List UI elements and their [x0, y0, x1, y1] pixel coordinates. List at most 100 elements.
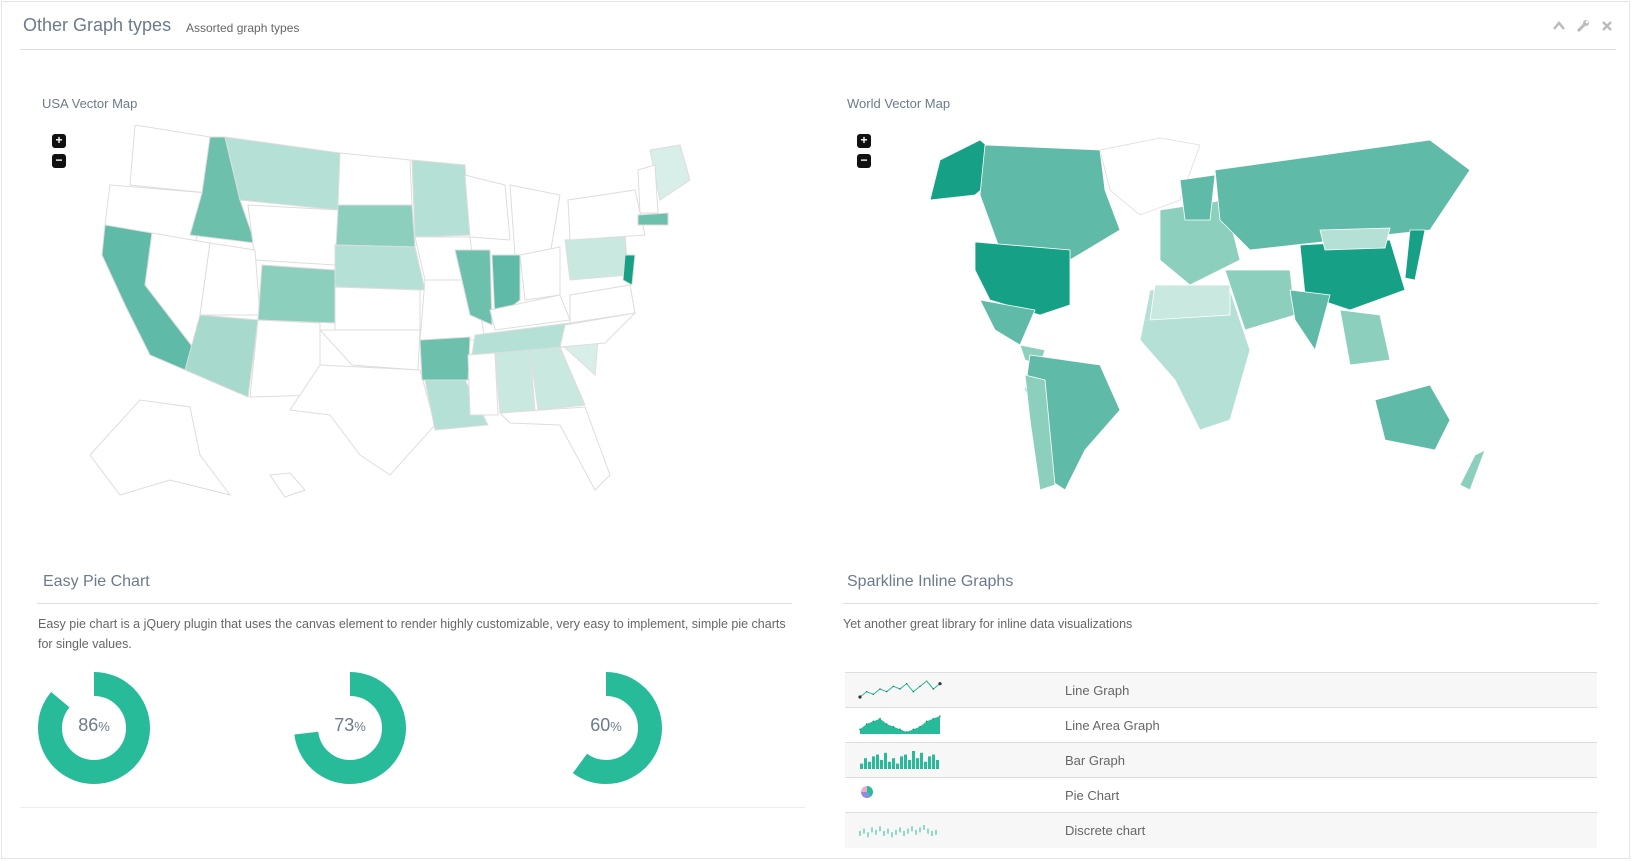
sparkline-area-point — [939, 714, 941, 717]
state-alaska — [90, 399, 232, 496]
state-new-york — [567, 189, 646, 241]
sparkline-area-point — [905, 730, 908, 733]
sparkline-point — [932, 687, 934, 690]
sparkline-bar — [904, 754, 907, 769]
state-texas — [289, 364, 436, 476]
sparkline-bar — [892, 757, 895, 769]
state-kansas — [334, 286, 421, 331]
sparkline-area-point — [899, 728, 901, 730]
sparkline-label-area: Line Area Graph — [1065, 717, 1160, 733]
usa-zoom-out-button[interactable]: − — [52, 154, 66, 168]
pie-section-divider — [37, 603, 792, 604]
world-zoom-in-button[interactable]: + — [857, 134, 871, 148]
pie-section-description: Easy pie chart is a jQuery plugin that u… — [38, 617, 786, 651]
sparkline-section-divider — [843, 603, 1598, 604]
widget-subtitle: Assorted graph types — [186, 21, 300, 35]
sparkline-point — [892, 685, 894, 687]
sparkline-area-point — [865, 722, 868, 725]
usa-map-label: USA Vector Map — [42, 96, 138, 111]
world-map-label: World Vector Map — [847, 96, 951, 111]
sparkline-bar — [864, 757, 867, 769]
usa-zoom-in-button[interactable]: + — [52, 134, 66, 148]
table-row: Line Area Graph — [845, 707, 1597, 743]
state-minnesota — [411, 159, 471, 238]
state-wyoming — [247, 204, 339, 266]
sparkline-bar — [896, 763, 899, 769]
state-nebraska — [334, 244, 426, 291]
pie-chart-3: 60% — [550, 672, 662, 784]
sparkline-bar — [928, 755, 931, 769]
sparkline-point — [872, 693, 874, 695]
world-zoom-out-button[interactable]: − — [857, 154, 871, 168]
header-actions — [1552, 19, 1614, 33]
state-michigan — [509, 184, 561, 256]
sparkline-area-point — [932, 717, 935, 719]
table-row: Discrete chart — [845, 812, 1597, 848]
world-vector-map[interactable] — [870, 120, 1570, 520]
table-row: Pie Chart — [845, 777, 1597, 813]
sparkline-bar — [888, 761, 891, 769]
state-colorado — [257, 264, 336, 324]
sparkline-point — [879, 687, 881, 690]
sparkline-bar-graph — [860, 750, 939, 769]
sparkline-label-line: Line Graph — [1065, 682, 1130, 698]
state-new-jersey — [622, 254, 636, 286]
region-india — [1289, 289, 1331, 351]
table-row: Line Graph — [845, 672, 1597, 708]
region-new-zealand — [1459, 449, 1486, 491]
sparkline-discrete-chart — [859, 824, 937, 837]
sparkline-area-point — [912, 728, 915, 730]
state-arkansas — [419, 336, 471, 381]
sparkline-bar — [920, 752, 923, 769]
region-canada — [979, 144, 1121, 261]
sparkline-point — [858, 694, 862, 699]
sparkline-bar — [884, 752, 887, 769]
pie-chart-1: 86% — [38, 672, 150, 784]
sparkline-area — [860, 715, 940, 734]
widget-header: Other Graph types Assorted graph types — [20, 0, 1616, 50]
sparkline-point — [926, 679, 928, 682]
sparkline-label-discrete: Discrete chart — [1065, 822, 1146, 838]
pie-chart-1-value: 86% — [78, 715, 110, 735]
state-massachusetts — [637, 212, 669, 226]
sparkline-bar — [880, 759, 883, 769]
sparkline-section-title: Sparkline Inline Graphs — [847, 573, 1014, 590]
sparkline-bar — [936, 759, 939, 769]
close-icon[interactable] — [1600, 19, 1614, 33]
sparkline-line-area-graph — [859, 714, 941, 734]
pie-section-title: Easy Pie Chart — [43, 573, 150, 590]
sparkline-point — [906, 682, 908, 684]
sparkline-area-point — [885, 722, 888, 725]
pie-chart-2-value: 73% — [334, 715, 366, 735]
sparkline-area-point — [925, 720, 928, 722]
wrench-icon[interactable] — [1576, 19, 1590, 33]
state-alabama — [494, 349, 536, 414]
sparkline-label-pie: Pie Chart — [1065, 787, 1120, 803]
widget-title: Other Graph types — [23, 15, 172, 35]
chevron-up-icon[interactable] — [1552, 19, 1566, 33]
region-mongolia — [1319, 227, 1391, 251]
sparkline-label-bar: Bar Graph — [1065, 752, 1125, 768]
sparkline-bar — [924, 761, 927, 769]
pie-chart-2: 73% — [294, 672, 406, 784]
state-washington — [129, 125, 211, 194]
sparkline-point — [886, 690, 888, 692]
region-scandinavia — [1179, 174, 1216, 221]
usa-vector-map[interactable] — [90, 125, 730, 515]
state-vermont — [637, 164, 659, 214]
pie-section-bottom-rule — [20, 807, 805, 808]
sparkline-point — [899, 687, 901, 690]
sparkline-bar — [912, 750, 915, 769]
sparkline-bar — [908, 759, 911, 769]
state-ohio — [519, 246, 561, 301]
sparkline-area-point — [859, 728, 861, 730]
sparkline-area-point — [892, 725, 895, 727]
state-florida — [498, 406, 611, 491]
pie-chart-3-value: 60% — [590, 715, 622, 735]
region-australia — [1374, 384, 1451, 451]
sparkline-bar — [932, 754, 935, 769]
sparkline-point — [919, 685, 921, 687]
sparkline-bar — [900, 755, 903, 769]
region-japan — [1404, 229, 1426, 281]
sparkline-area-point — [879, 717, 881, 719]
